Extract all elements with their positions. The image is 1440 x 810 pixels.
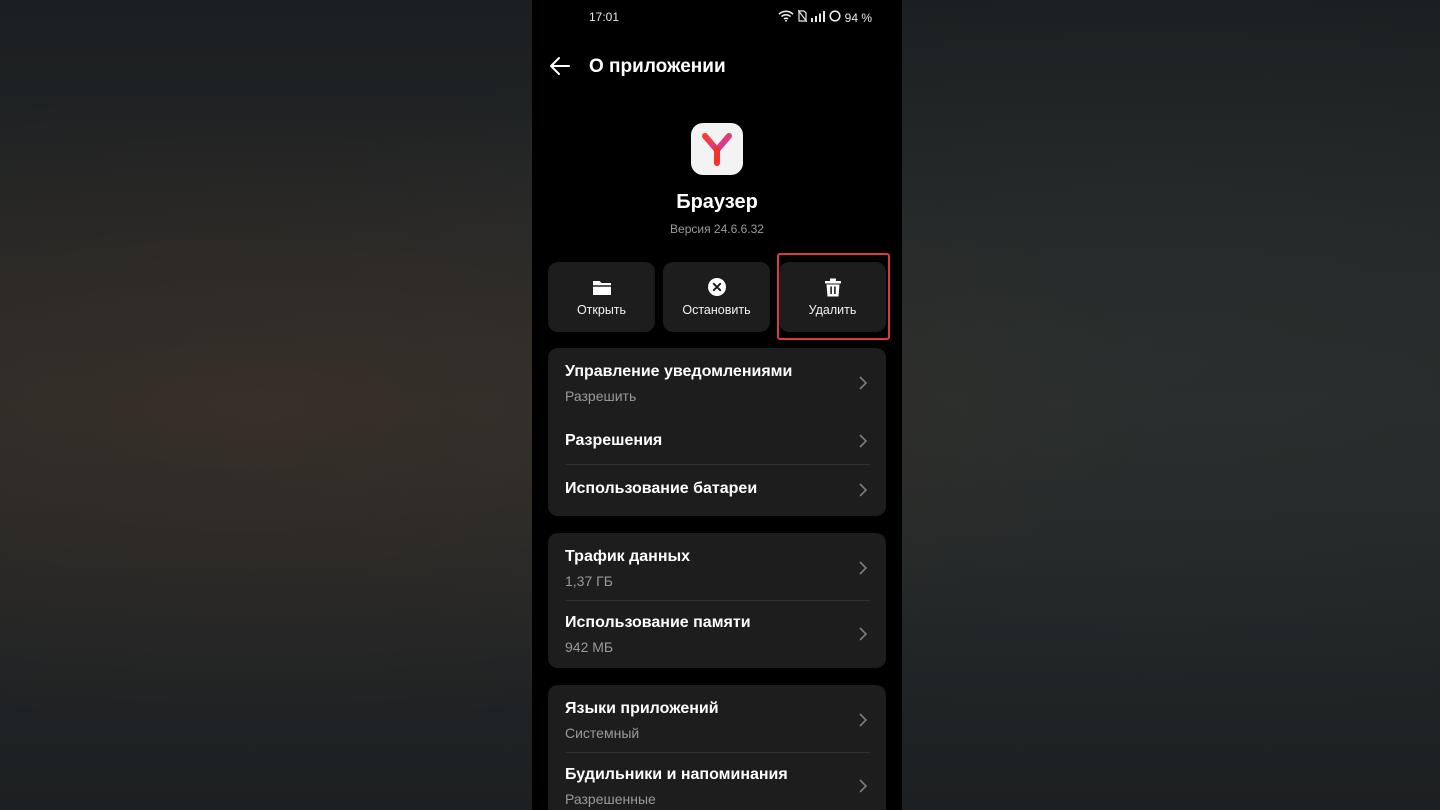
notifications-row[interactable]: Управление уведомлениями Разрешить: [548, 348, 886, 414]
open-button[interactable]: Открыть: [548, 262, 655, 332]
signal-icon: [810, 9, 825, 27]
delete-button[interactable]: Удалить: [779, 262, 886, 332]
phone-screen: 17:01 94 % О приложении Браузер Версия 2…: [532, 0, 902, 810]
app-languages-value: Системный: [565, 725, 640, 741]
data-traffic-value: 1,37 ГБ: [565, 573, 613, 589]
chevron-right-icon: [859, 483, 868, 497]
app-languages-title: Языки приложений: [565, 700, 719, 717]
permissions-row[interactable]: Разрешения: [548, 414, 886, 464]
back-arrow-icon: [550, 57, 570, 75]
folder-icon: [592, 277, 612, 297]
chevron-right-icon: [859, 376, 868, 390]
stop-label: Остановить: [682, 303, 751, 317]
alarms-reminders-row[interactable]: Будильники и напоминания Разрешенные: [548, 752, 886, 810]
app-version: Версия 24.6.6.32: [670, 222, 764, 236]
battery-ring-icon: [829, 9, 841, 27]
alarms-reminders-value: Разрешенные: [565, 791, 656, 807]
chevron-right-icon: [859, 434, 868, 448]
status-icons: 94 %: [778, 9, 872, 27]
memory-usage-value: 942 МБ: [565, 639, 614, 655]
wifi-icon: [778, 9, 794, 27]
page-title: О приложении: [589, 56, 726, 77]
delete-label: Удалить: [808, 303, 857, 317]
chevron-right-icon: [859, 779, 868, 793]
permissions-title: Разрешения: [565, 432, 663, 449]
notifications-value: Разрешить: [565, 388, 637, 404]
chevron-right-icon: [859, 561, 868, 575]
trash-icon: [824, 277, 842, 297]
settings-card-general: Управление уведомлениями Разрешить Разре…: [548, 348, 886, 516]
status-time: 17:01: [589, 10, 620, 24]
yandex-browser-logo: [702, 133, 732, 166]
alarms-reminders-title: Будильники и напоминания: [565, 766, 788, 783]
data-traffic-row[interactable]: Трафик данных 1,37 ГБ: [548, 533, 886, 600]
open-label: Открыть: [576, 303, 627, 317]
status-bar: 17:01 94 %: [532, 0, 902, 34]
notifications-title: Управление уведомлениями: [565, 363, 793, 380]
app-name: Браузер: [676, 191, 758, 213]
battery-usage-row[interactable]: Использование батареи: [548, 464, 886, 516]
settings-card-other: Языки приложений Системный Будильники и …: [548, 685, 886, 810]
settings-card-storage: Трафик данных 1,37 ГБ Использование памя…: [548, 533, 886, 668]
battery-usage-title: Использование батареи: [565, 480, 758, 497]
chevron-right-icon: [859, 627, 868, 641]
data-traffic-title: Трафик данных: [565, 548, 691, 565]
back-button[interactable]: [549, 56, 573, 78]
no-sim-icon: [797, 9, 808, 27]
battery-percentage: 94 %: [844, 11, 872, 25]
stop-button[interactable]: Остановить: [663, 262, 770, 332]
app-icon: [691, 123, 743, 175]
stop-circle-icon: [707, 277, 727, 297]
memory-usage-row[interactable]: Использование памяти 942 МБ: [548, 600, 886, 668]
app-languages-row[interactable]: Языки приложений Системный: [548, 685, 886, 752]
memory-usage-title: Использование памяти: [565, 614, 751, 631]
chevron-right-icon: [859, 713, 868, 727]
